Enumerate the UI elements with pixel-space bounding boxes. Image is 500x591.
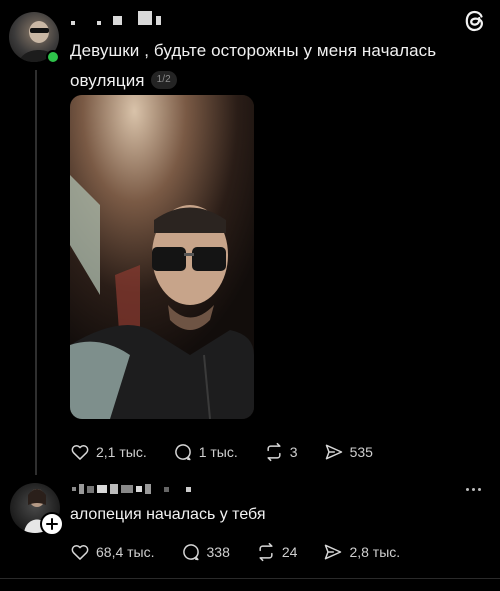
reply-like-button[interactable]: 68,4 тыс. xyxy=(70,542,155,562)
reply-comment-count: 338 xyxy=(206,544,230,560)
repost-icon xyxy=(259,542,273,562)
send-icon xyxy=(325,444,342,460)
plus-icon xyxy=(46,518,58,530)
online-status-dot xyxy=(46,50,60,64)
reply-comment-button[interactable]: 338 xyxy=(181,542,230,562)
media-pager-badge: 1/2 xyxy=(150,70,177,89)
reply-share-count: 2,8 тыс. xyxy=(349,544,401,560)
threads-logo-icon[interactable] xyxy=(462,8,488,34)
post-actions: 2,1 тыс. 1 тыс. 3 535 xyxy=(70,442,373,462)
post-text: Девушки , будьте осторожны у меня начала… xyxy=(70,36,480,96)
reply-actions: 68,4 тыс. 338 24 2,8 тыс. xyxy=(70,542,400,562)
reply-body: алопеция началась у тебя xyxy=(70,506,266,523)
more-options-button[interactable] xyxy=(466,484,488,494)
send-icon xyxy=(325,544,342,560)
reply-like-count: 68,4 тыс. xyxy=(96,544,155,560)
reply-repost-button[interactable]: 24 xyxy=(256,542,298,562)
repost-icon xyxy=(267,442,281,462)
post-body: Девушки , будьте осторожны у меня начала… xyxy=(70,41,437,90)
repost-button[interactable]: 3 xyxy=(264,442,298,462)
reply-repost-count: 24 xyxy=(281,544,298,560)
follow-button[interactable] xyxy=(40,512,64,536)
comment-bubble-icon xyxy=(174,444,191,461)
reply-share-button[interactable]: 2,8 тыс. xyxy=(323,542,400,562)
heart-icon xyxy=(71,544,89,560)
author-name-redacted xyxy=(71,10,161,25)
share-button[interactable]: 535 xyxy=(324,442,373,462)
post-photo[interactable] xyxy=(70,95,254,419)
more-dots-icon xyxy=(466,487,481,491)
thread-connector-line xyxy=(35,70,37,475)
share-count: 535 xyxy=(349,444,373,460)
repost-count: 3 xyxy=(289,444,298,460)
like-button[interactable]: 2,1 тыс. xyxy=(70,442,147,462)
like-count: 2,1 тыс. xyxy=(96,444,147,460)
reply-author-name-redacted xyxy=(72,484,191,494)
heart-icon xyxy=(71,444,89,460)
comment-bubble-icon xyxy=(182,544,199,561)
comment-count: 1 тыс. xyxy=(198,444,238,460)
feed-divider xyxy=(0,578,500,579)
comment-button[interactable]: 1 тыс. xyxy=(173,442,238,462)
